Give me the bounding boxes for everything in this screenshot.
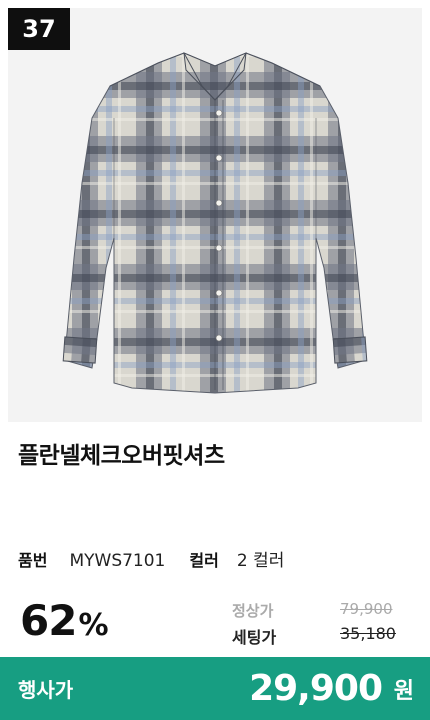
regular-price-label: 정상가: [232, 602, 274, 620]
color-value: 2 컬러: [236, 551, 285, 571]
discount-unit: %: [78, 608, 109, 643]
set-price-label: 세팅가: [232, 628, 277, 647]
code-value: MYWS7101: [69, 551, 166, 571]
color-label: 컬러: [189, 551, 219, 570]
event-price-label: 행사가: [18, 678, 74, 702]
event-price-bar[interactable]: 행사가 29,900 원: [0, 657, 430, 720]
rank-badge: 37: [8, 8, 70, 50]
price-values: 79,900 35,180: [340, 600, 396, 643]
event-currency: 원: [393, 678, 414, 704]
discount-value: 62: [20, 596, 77, 645]
product-name[interactable]: 플란넬체크오버핏셔츠: [18, 436, 225, 470]
spec-row: 품번 MYWS7101 컬러 2 컬러: [18, 546, 284, 571]
event-price: 29,900: [249, 668, 383, 709]
code-label: 품번: [18, 551, 48, 570]
price-labels: 정상가 세팅가: [232, 600, 276, 648]
set-price: 35,180: [340, 624, 396, 643]
discount-rate: 62 %: [20, 596, 109, 645]
regular-price: 79,900: [340, 600, 393, 618]
product-image[interactable]: 37: [8, 8, 422, 422]
shirt-illustration: [62, 52, 368, 394]
